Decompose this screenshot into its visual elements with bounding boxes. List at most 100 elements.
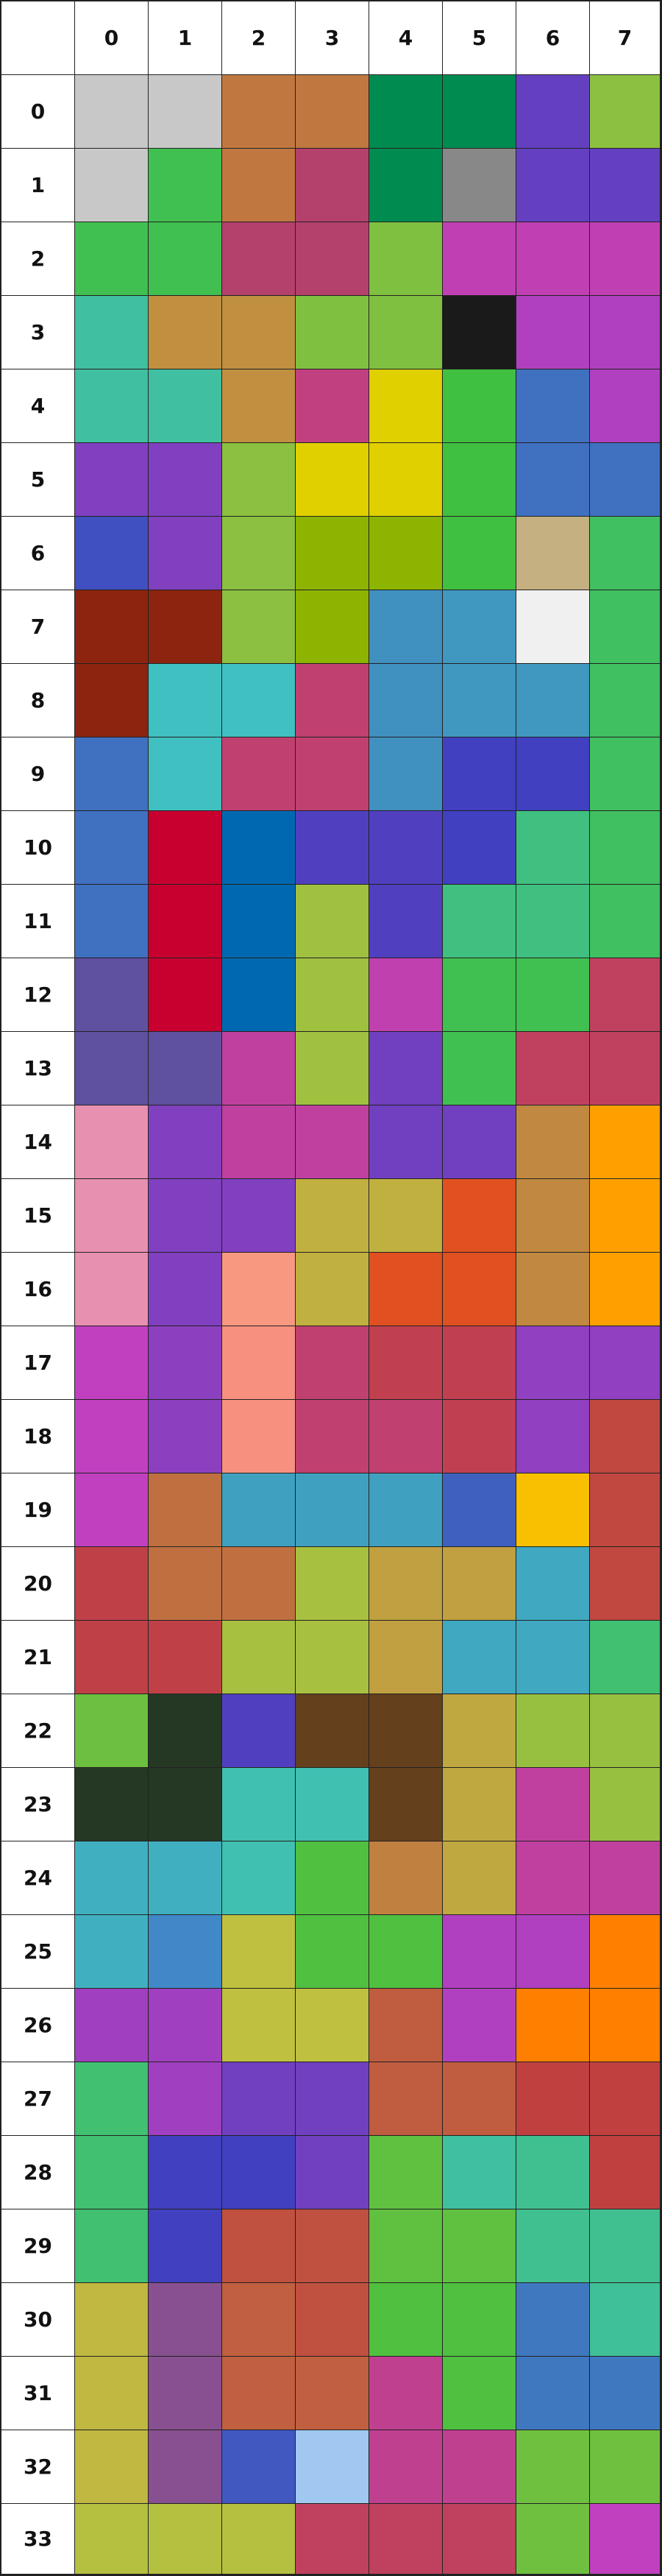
grid-cell[interactable] <box>296 1768 369 1841</box>
grid-cell[interactable] <box>75 296 149 369</box>
grid-cell[interactable] <box>222 517 296 590</box>
grid-cell[interactable] <box>443 885 516 958</box>
grid-cell[interactable] <box>222 2062 296 2136</box>
grid-cell[interactable] <box>149 296 222 369</box>
grid-cell[interactable] <box>222 75 296 149</box>
grid-cell[interactable] <box>443 664 516 737</box>
grid-cell[interactable] <box>443 737 516 811</box>
grid-cell[interactable] <box>516 2136 590 2209</box>
grid-cell[interactable] <box>516 1473 590 1547</box>
grid-cell[interactable] <box>443 1621 516 1694</box>
grid-cell[interactable] <box>369 1694 443 1768</box>
grid-cell[interactable] <box>590 443 661 517</box>
grid-cell[interactable] <box>222 369 296 443</box>
grid-cell[interactable] <box>149 1694 222 1768</box>
grid-cell[interactable] <box>516 590 590 664</box>
grid-cell[interactable] <box>222 1326 296 1400</box>
grid-cell[interactable] <box>149 369 222 443</box>
grid-cell[interactable] <box>296 1841 369 1915</box>
grid-cell[interactable] <box>369 1915 443 1989</box>
grid-cell[interactable] <box>369 1179 443 1253</box>
grid-cell[interactable] <box>75 1253 149 1326</box>
grid-cell[interactable] <box>75 737 149 811</box>
grid-cell[interactable] <box>75 2283 149 2357</box>
grid-cell[interactable] <box>149 1032 222 1105</box>
grid-cell[interactable] <box>590 1841 661 1915</box>
grid-cell[interactable] <box>590 1989 661 2062</box>
grid-cell[interactable] <box>443 2357 516 2430</box>
grid-cell[interactable] <box>590 1621 661 1694</box>
grid-cell[interactable] <box>590 664 661 737</box>
grid-cell[interactable] <box>369 1768 443 1841</box>
grid-cell[interactable] <box>149 2430 222 2504</box>
grid-cell[interactable] <box>369 664 443 737</box>
grid-cell[interactable] <box>443 2136 516 2209</box>
grid-cell[interactable] <box>369 1326 443 1400</box>
grid-cell[interactable] <box>369 885 443 958</box>
grid-cell[interactable] <box>296 2430 369 2504</box>
grid-cell[interactable] <box>296 885 369 958</box>
grid-cell[interactable] <box>516 885 590 958</box>
grid-cell[interactable] <box>222 1694 296 1768</box>
grid-cell[interactable] <box>369 75 443 149</box>
grid-cell[interactable] <box>296 2283 369 2357</box>
grid-cell[interactable] <box>75 517 149 590</box>
grid-cell[interactable] <box>222 2430 296 2504</box>
grid-cell[interactable] <box>296 2136 369 2209</box>
grid-cell[interactable] <box>75 590 149 664</box>
grid-cell[interactable] <box>443 1841 516 1915</box>
grid-cell[interactable] <box>516 296 590 369</box>
grid-cell[interactable] <box>149 958 222 1032</box>
grid-cell[interactable] <box>590 1253 661 1326</box>
grid-cell[interactable] <box>75 664 149 737</box>
grid-cell[interactable] <box>75 1105 149 1179</box>
grid-cell[interactable] <box>149 75 222 149</box>
grid-cell[interactable] <box>75 811 149 885</box>
grid-cell[interactable] <box>296 443 369 517</box>
grid-cell[interactable] <box>75 2504 149 2575</box>
grid-cell[interactable] <box>75 75 149 149</box>
grid-cell[interactable] <box>222 1400 296 1473</box>
grid-cell[interactable] <box>590 1105 661 1179</box>
grid-cell[interactable] <box>443 1547 516 1621</box>
grid-cell[interactable] <box>369 811 443 885</box>
grid-cell[interactable] <box>296 737 369 811</box>
grid-cell[interactable] <box>75 2357 149 2430</box>
grid-cell[interactable] <box>443 1989 516 2062</box>
grid-cell[interactable] <box>149 517 222 590</box>
grid-cell[interactable] <box>369 590 443 664</box>
grid-cell[interactable] <box>590 590 661 664</box>
grid-cell[interactable] <box>443 149 516 222</box>
grid-cell[interactable] <box>443 1253 516 1326</box>
grid-cell[interactable] <box>149 1989 222 2062</box>
grid-cell[interactable] <box>222 443 296 517</box>
grid-cell[interactable] <box>443 1105 516 1179</box>
grid-cell[interactable] <box>296 1253 369 1326</box>
grid-cell[interactable] <box>222 590 296 664</box>
grid-cell[interactable] <box>516 737 590 811</box>
grid-cell[interactable] <box>516 1621 590 1694</box>
grid-cell[interactable] <box>75 149 149 222</box>
grid-cell[interactable] <box>149 1400 222 1473</box>
grid-cell[interactable] <box>516 2357 590 2430</box>
grid-cell[interactable] <box>149 1621 222 1694</box>
grid-cell[interactable] <box>590 958 661 1032</box>
grid-cell[interactable] <box>75 958 149 1032</box>
grid-cell[interactable] <box>590 2357 661 2430</box>
grid-cell[interactable] <box>75 1915 149 1989</box>
grid-cell[interactable] <box>590 1400 661 1473</box>
grid-cell[interactable] <box>443 369 516 443</box>
grid-cell[interactable] <box>443 2209 516 2283</box>
grid-cell[interactable] <box>222 958 296 1032</box>
grid-cell[interactable] <box>222 149 296 222</box>
grid-cell[interactable] <box>590 1326 661 1400</box>
grid-cell[interactable] <box>222 811 296 885</box>
grid-cell[interactable] <box>516 1105 590 1179</box>
grid-cell[interactable] <box>222 1989 296 2062</box>
grid-cell[interactable] <box>75 369 149 443</box>
grid-cell[interactable] <box>149 2209 222 2283</box>
grid-cell[interactable] <box>296 517 369 590</box>
grid-cell[interactable] <box>516 2062 590 2136</box>
grid-cell[interactable] <box>149 2283 222 2357</box>
grid-cell[interactable] <box>443 222 516 296</box>
